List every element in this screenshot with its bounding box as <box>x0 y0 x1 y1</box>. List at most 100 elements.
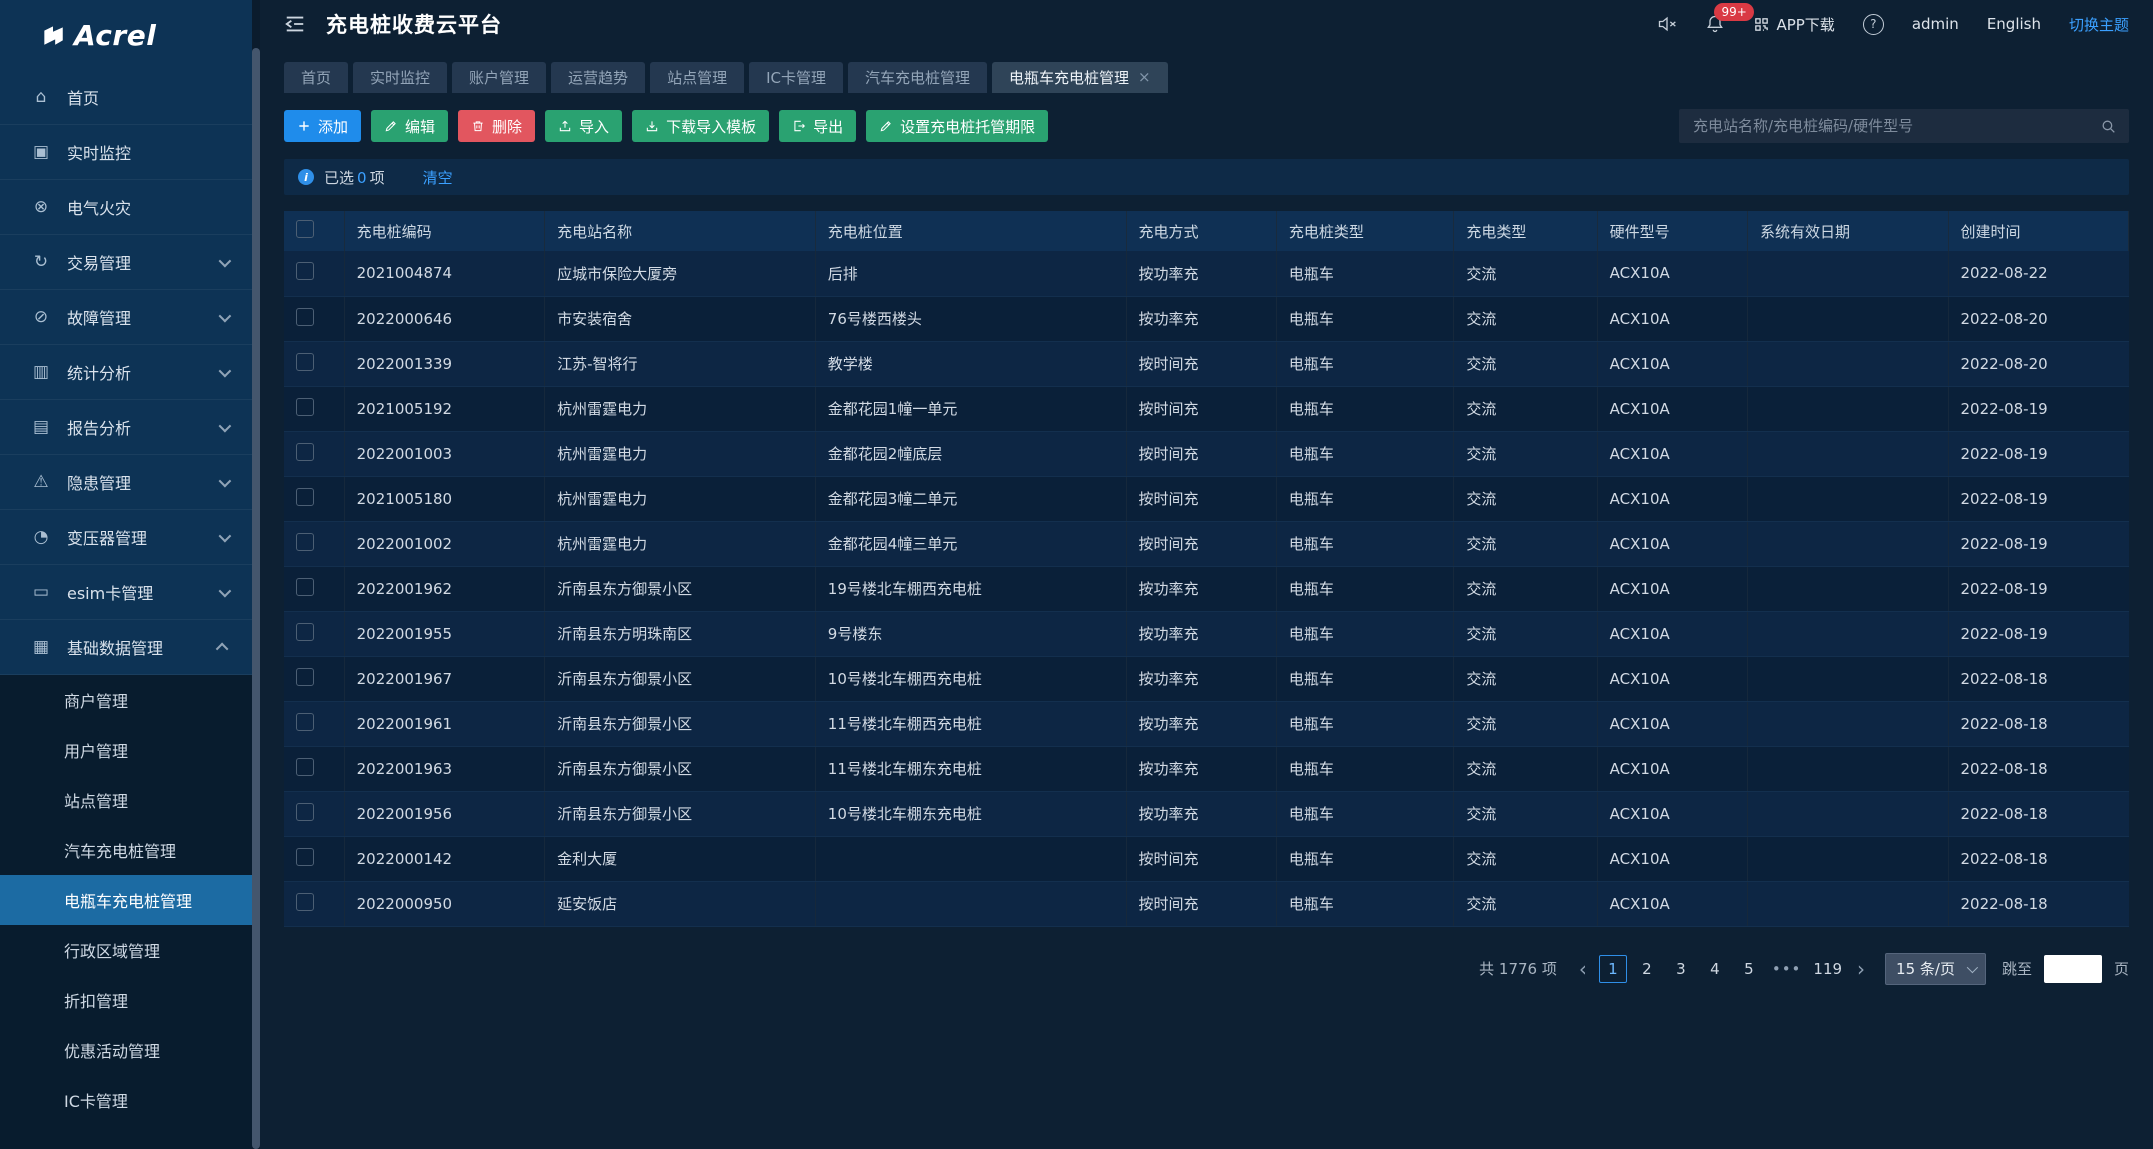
app-root: Acrel ⌂ 首页 ▣ 实时监控 ⊗ 电气火灾 <box>0 0 2153 1149</box>
help-icon[interactable]: ? <box>1863 14 1884 35</box>
user-menu[interactable]: admin <box>1912 15 1959 33</box>
sidebar-item-label: 报告分析 <box>67 415 131 439</box>
page-size-select[interactable]: 15 条/页 <box>1885 953 1986 985</box>
sidebar-subitem-user-mgmt[interactable]: 用户管理 <box>0 725 252 775</box>
tab-close-icon[interactable]: × <box>1138 70 1151 85</box>
row-checkbox[interactable] <box>296 443 314 461</box>
row-checkbox[interactable] <box>296 758 314 776</box>
sidebar-subitem-promotion-mgmt[interactable]: 优惠活动管理 <box>0 1025 252 1075</box>
import-button[interactable]: 导入 <box>545 110 622 142</box>
sidebar-item-transformer-mgmt[interactable]: ◔ 变压器管理 <box>0 510 252 565</box>
row-checkbox[interactable] <box>296 353 314 371</box>
sidebar-subitem-ic-card-mgmt[interactable]: IC卡管理 <box>0 1075 252 1125</box>
table-row[interactable]: 2022001955 沂南县东方明珠南区 9号楼东 按功率充 电瓶车 交流 AC… <box>284 611 2129 656</box>
table-row[interactable]: 2022001963 沂南县东方御景小区 11号楼北车棚东充电桩 按功率充 电瓶… <box>284 746 2129 791</box>
sidebar-item-hazard-mgmt[interactable]: ⚠ 隐患管理 <box>0 455 252 510</box>
row-checkbox[interactable] <box>296 533 314 551</box>
page-number[interactable]: ••• <box>1769 955 1805 983</box>
sidebar-item-home[interactable]: ⌂ 首页 <box>0 70 252 125</box>
collapse-menu-icon[interactable] <box>284 14 306 34</box>
prev-page-icon[interactable]: ‹ <box>1575 959 1591 979</box>
sidebar-item-fault-mgmt[interactable]: ⊘ 故障管理 <box>0 290 252 345</box>
table-row[interactable]: 2022001002 杭州雷霆电力 金都花园4幢三单元 按时间充 电瓶车 交流 … <box>284 521 2129 566</box>
sidebar-item-esim-card-mgmt[interactable]: ▭ esim卡管理 <box>0 565 252 620</box>
sidebar-item-base-data-mgmt[interactable]: ▦ 基础数据管理 <box>0 620 252 675</box>
page-number[interactable]: 119 <box>1810 955 1845 983</box>
row-checkbox[interactable] <box>296 623 314 641</box>
scrollbar-thumb[interactable] <box>252 48 260 1149</box>
sidebar-item-report-analysis[interactable]: ▤ 报告分析 <box>0 400 252 455</box>
page-number[interactable]: 3 <box>1667 955 1695 983</box>
sidebar-item-statistics[interactable]: ▥ 统计分析 <box>0 345 252 400</box>
row-checkbox[interactable] <box>296 262 314 280</box>
clear-selection-link[interactable]: 清空 <box>423 167 453 188</box>
cell-hardware-model: ACX10A <box>1597 476 1747 521</box>
row-checkbox[interactable] <box>296 803 314 821</box>
jump-page-input[interactable] <box>2044 955 2102 983</box>
sidebar-subitem-station-mgmt[interactable]: 站点管理 <box>0 775 252 825</box>
table-row[interactable]: 2022000646 市安装宿舍 76号楼西楼头 按功率充 电瓶车 交流 ACX… <box>284 296 2129 341</box>
edit-button[interactable]: 编辑 <box>371 110 448 142</box>
delete-button[interactable]: 删除 <box>458 110 535 142</box>
table-row[interactable]: 2021005180 杭州雷霆电力 金都花园3幢二单元 按时间充 电瓶车 交流 … <box>284 476 2129 521</box>
table-row[interactable]: 2022000950 延安饭店 按时间充 电瓶车 交流 ACX10A 2022-… <box>284 881 2129 926</box>
table-row[interactable]: 2021005192 杭州雷霆电力 金都花园1幢一单元 按时间充 电瓶车 交流 … <box>284 386 2129 431</box>
page-number[interactable]: 5 <box>1735 955 1763 983</box>
language-switch[interactable]: English <box>1987 15 2041 33</box>
table-row[interactable]: 2022001339 江苏-智将行 教学楼 按时间充 电瓶车 交流 ACX10A… <box>284 341 2129 386</box>
cell-pile-type: 电瓶车 <box>1276 881 1453 926</box>
cell-pile-location <box>815 836 1126 881</box>
download-template-button[interactable]: 下载导入模板 <box>632 110 769 142</box>
tab-operation-trend[interactable]: 运营趋势 × <box>551 62 645 93</box>
sidebar-item-realtime-monitor[interactable]: ▣ 实时监控 <box>0 125 252 180</box>
table-row[interactable]: 2022001956 沂南县东方御景小区 10号楼北车棚东充电桩 按功率充 电瓶… <box>284 791 2129 836</box>
table-row[interactable]: 2022000142 金利大厦 按时间充 电瓶车 交流 ACX10A 2022-… <box>284 836 2129 881</box>
row-checkbox[interactable] <box>296 308 314 326</box>
sidebar-item-electric-fire[interactable]: ⊗ 电气火灾 <box>0 180 252 235</box>
tab-label: 电瓶车充电桩管理 <box>1009 67 1129 88</box>
table-row[interactable]: 2022001967 沂南县东方御景小区 10号楼北车棚西充电桩 按功率充 电瓶… <box>284 656 2129 701</box>
next-page-icon[interactable]: › <box>1853 959 1869 979</box>
row-checkbox[interactable] <box>296 713 314 731</box>
sidebar-subitem-admin-region-mgmt[interactable]: 行政区域管理 <box>0 925 252 975</box>
sidebar-subitem-discount-mgmt[interactable]: 折扣管理 <box>0 975 252 1025</box>
mute-icon[interactable] <box>1657 14 1677 34</box>
search-icon[interactable] <box>2100 118 2117 135</box>
sidebar-subitem-merchant-mgmt[interactable]: 商户管理 <box>0 675 252 725</box>
tab-realtime-monitor[interactable]: 实时监控 × <box>353 62 447 93</box>
page-number[interactable]: 4 <box>1701 955 1729 983</box>
table-row[interactable]: 2021004874 应城市保险大厦旁 后排 按功率充 电瓶车 交流 ACX10… <box>284 251 2129 296</box>
row-checkbox[interactable] <box>296 668 314 686</box>
sidebar-subitem-ebike-charging-pile-mgmt[interactable]: 电瓶车充电桩管理 <box>0 875 252 925</box>
add-button[interactable]: 添加 <box>284 110 361 142</box>
sidebar-subitem-car-charging-pile-mgmt[interactable]: 汽车充电桩管理 <box>0 825 252 875</box>
row-checkbox[interactable] <box>296 578 314 596</box>
report-icon: ▤ <box>30 417 52 437</box>
table-row[interactable]: 2022001961 沂南县东方御景小区 11号楼北车棚西充电桩 按功率充 电瓶… <box>284 701 2129 746</box>
tab-car-charging-pile-mgmt[interactable]: 汽车充电桩管理 × <box>848 62 987 93</box>
tab-station-mgmt[interactable]: 站点管理 × <box>650 62 744 93</box>
notification-bell-icon[interactable]: 99+ <box>1705 14 1725 34</box>
row-checkbox[interactable] <box>296 398 314 416</box>
app-download-link[interactable]: APP下载 <box>1753 14 1834 35</box>
row-checkbox[interactable] <box>296 848 314 866</box>
info-icon: i <box>298 169 314 185</box>
sidebar-scrollbar[interactable] <box>252 0 260 1149</box>
page-number[interactable]: 1 <box>1599 955 1627 983</box>
tab-ic-card-mgmt[interactable]: IC卡管理 × <box>749 62 843 93</box>
tab-ebike-charging-pile-mgmt[interactable]: 电瓶车充电桩管理 × <box>992 62 1168 93</box>
search-input[interactable] <box>1691 116 2092 136</box>
table-row[interactable]: 2022001003 杭州雷霆电力 金都花园2幢底层 按时间充 电瓶车 交流 A… <box>284 431 2129 476</box>
set-custody-period-button[interactable]: 设置充电桩托管期限 <box>866 110 1048 142</box>
page-number[interactable]: 2 <box>1633 955 1661 983</box>
app-download-label: APP下载 <box>1776 14 1834 35</box>
theme-switch-link[interactable]: 切换主题 <box>2069 14 2129 35</box>
select-all-checkbox[interactable] <box>296 220 314 238</box>
row-checkbox[interactable] <box>296 893 314 911</box>
tab-home[interactable]: 首页 × <box>284 62 348 93</box>
row-checkbox[interactable] <box>296 488 314 506</box>
sidebar-item-transaction-mgmt[interactable]: ↻ 交易管理 <box>0 235 252 290</box>
export-button[interactable]: 导出 <box>779 110 856 142</box>
tab-account-mgmt[interactable]: 账户管理 × <box>452 62 546 93</box>
table-row[interactable]: 2022001962 沂南县东方御景小区 19号楼北车棚西充电桩 按功率充 电瓶… <box>284 566 2129 611</box>
